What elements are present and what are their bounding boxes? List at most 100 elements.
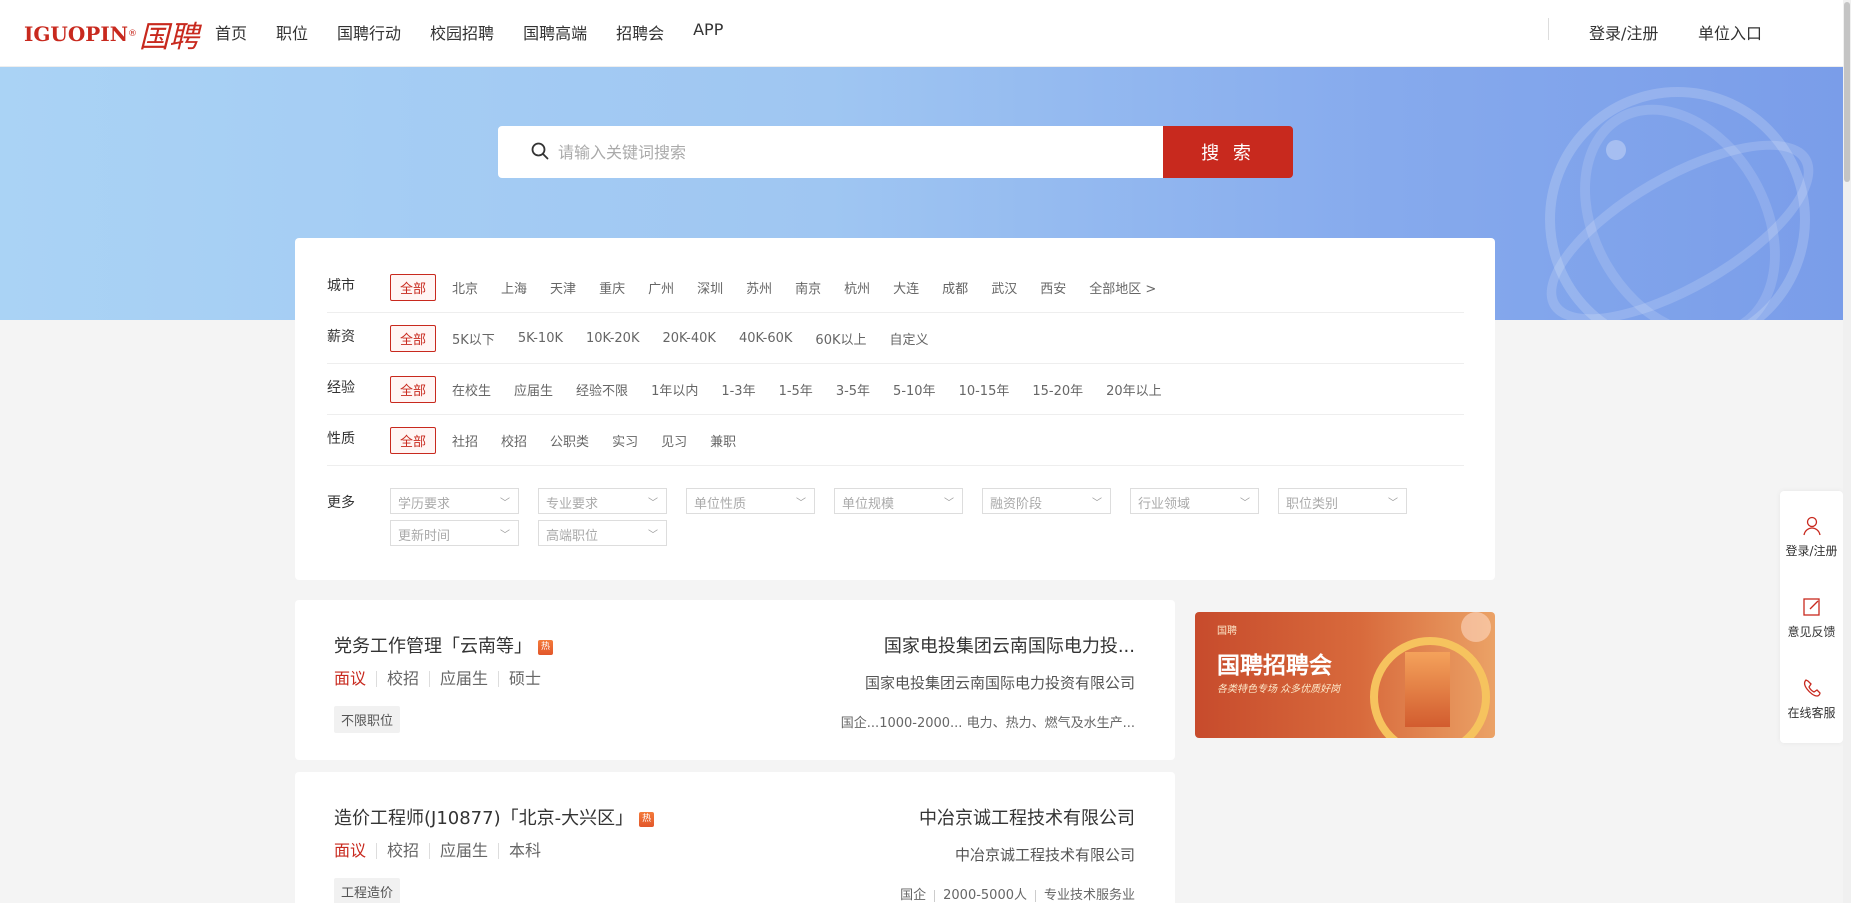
filter-option[interactable]: 北京: [452, 278, 478, 297]
filter-option[interactable]: 见习: [661, 431, 687, 450]
filter-option[interactable]: 兼职: [710, 431, 736, 450]
nav-home[interactable]: 首页: [215, 20, 247, 44]
logo-registered-mark: ®: [127, 29, 137, 39]
filter-label: 经验: [327, 380, 355, 396]
nav-app[interactable]: APP: [693, 20, 723, 44]
filter-option[interactable]: 经验不限: [576, 380, 628, 399]
filter-option[interactable]: 南京: [795, 278, 821, 297]
job-title[interactable]: 造价工程师(J10877)「北京-大兴区」热: [334, 804, 655, 830]
filter-options: 全部 在校生 应届生 经验不限 1年以内 1-3年 1-5年 3-5年 5-10…: [390, 364, 1185, 414]
filter-option-all[interactable]: 全部: [390, 273, 437, 301]
ad-decoration: [1461, 612, 1491, 642]
edit-icon: [1802, 598, 1820, 616]
filter-option[interactable]: 天津: [550, 278, 576, 297]
filter-option[interactable]: 40K-60K: [739, 331, 792, 346]
chevron-down-icon: ﹀: [1240, 498, 1250, 509]
filter-option[interactable]: 1年以内: [651, 380, 698, 399]
unit-entry-link[interactable]: 单位入口: [1698, 20, 1762, 44]
nav-fair[interactable]: 招聘会: [616, 20, 664, 44]
filter-option-all-regions[interactable]: 全部地区 >: [1089, 278, 1156, 297]
company-name-link[interactable]: 中冶京诚工程技术有限公司: [919, 804, 1135, 830]
ad-subtitle: 各类特色专场 众多优质好岗: [1217, 684, 1341, 695]
filter-option[interactable]: 20K-40K: [662, 331, 715, 346]
chevron-down-icon: ﹀: [1388, 498, 1398, 509]
filter-option[interactable]: 5K-10K: [518, 331, 563, 346]
filter-option[interactable]: 苏州: [746, 278, 772, 297]
filter-option[interactable]: 广州: [648, 278, 674, 297]
search-button[interactable]: 搜 索: [1163, 126, 1293, 178]
select-education[interactable]: 学历要求 ﹀: [390, 488, 519, 514]
filter-option[interactable]: 杭州: [844, 278, 870, 297]
select-update-time[interactable]: 更新时间 ﹀: [390, 520, 519, 546]
filter-option[interactable]: 60K以上: [815, 329, 866, 348]
filter-option[interactable]: 社招: [452, 431, 478, 450]
filter-option[interactable]: 1-5年: [779, 380, 813, 399]
hot-icon: 热: [538, 639, 553, 655]
filter-option[interactable]: 15-20年: [1032, 380, 1083, 399]
side-login[interactable]: 登录/注册: [1780, 515, 1843, 559]
filter-option[interactable]: 10K-20K: [586, 331, 639, 346]
filter-option[interactable]: 应届生: [514, 380, 553, 399]
company-info: 国企 2000-5000人 专业技术服务业: [900, 888, 1135, 903]
select-unit-scale[interactable]: 单位规模 ﹀: [834, 488, 963, 514]
filter-label: 性质: [327, 431, 355, 447]
filter-option[interactable]: 1-3年: [721, 380, 755, 399]
filter-option[interactable]: 校招: [501, 431, 527, 450]
nav-jobs[interactable]: 职位: [276, 20, 308, 44]
filter-label: 城市: [327, 278, 355, 294]
filter-option[interactable]: 5-10年: [893, 380, 936, 399]
select-industry[interactable]: 行业领域 ﹀: [1130, 488, 1259, 514]
filter-option-all[interactable]: 全部: [390, 324, 437, 352]
filter-option[interactable]: 重庆: [599, 278, 625, 297]
select-job-category[interactable]: 职位类别 ﹀: [1278, 488, 1407, 514]
filter-option[interactable]: 20年以上: [1106, 380, 1162, 399]
side-feedback[interactable]: 意见反馈: [1780, 596, 1843, 640]
filter-option[interactable]: 深圳: [697, 278, 723, 297]
filter-option[interactable]: 武汉: [991, 278, 1017, 297]
filter-option[interactable]: 成都: [942, 278, 968, 297]
job-category-badge: 工程造价: [334, 878, 401, 903]
main-nav: 首页 职位 国聘行动 校园招聘 国聘高端 招聘会 APP: [215, 20, 752, 44]
job-card[interactable]: 造价工程师(J10877)「北京-大兴区」热 面议 校招 应届生 本科 工程造价…: [295, 772, 1175, 903]
company-full-name: 国家电投集团云南国际电力投资有限公司: [864, 674, 1135, 692]
login-register-link[interactable]: 登录/注册: [1589, 20, 1658, 44]
job-fair-ad-banner[interactable]: 国聘 国聘招聘会 各类特色专场 众多优质好岗: [1195, 612, 1495, 738]
select-funding-stage[interactable]: 融资阶段 ﹀: [982, 488, 1111, 514]
filter-option[interactable]: 实习: [612, 431, 638, 450]
filter-option-all[interactable]: 全部: [390, 375, 437, 403]
filter-option[interactable]: 上海: [501, 278, 527, 297]
building-illustration: [1405, 652, 1450, 727]
nav-campus[interactable]: 校园招聘: [430, 20, 494, 44]
company-info: 国企...1000-2000... 电力、热力、燃气及水生产...: [840, 716, 1135, 731]
select-unit-nature[interactable]: 单位性质 ﹀: [686, 488, 815, 514]
side-online-service[interactable]: 在线客服: [1780, 677, 1843, 721]
chevron-down-icon: ﹀: [1092, 498, 1102, 509]
filter-option[interactable]: 5K以下: [452, 329, 495, 348]
top-header: IGUOPIN ® 国聘 首页 职位 国聘行动 校园招聘 国聘高端 招聘会 APP …: [0, 0, 1851, 67]
search-input[interactable]: [558, 126, 1148, 178]
filter-option-all[interactable]: 全部: [390, 426, 437, 454]
nav-action[interactable]: 国聘行动: [337, 20, 401, 44]
filter-option[interactable]: 10-15年: [959, 380, 1010, 399]
hot-icon: 热: [639, 811, 655, 827]
globe-dot: [1606, 140, 1626, 160]
scrollbar-thumb[interactable]: [1844, 2, 1850, 182]
filter-options: 全部 北京 上海 天津 重庆 广州 深圳 苏州 南京 杭州 大连 成都 武汉 西…: [390, 262, 1179, 312]
nav-highend[interactable]: 国聘高端: [523, 20, 587, 44]
filter-option[interactable]: 3-5年: [836, 380, 870, 399]
company-name-link[interactable]: 国家电投集团云南国际电力投...: [884, 632, 1135, 658]
job-card[interactable]: 党务工作管理「云南等」热 面议 校招 应届生 硕士 不限职位 国家电投集团云南国…: [295, 600, 1175, 760]
select-highend[interactable]: 高端职位 ﹀: [538, 520, 667, 546]
job-title[interactable]: 党务工作管理「云南等」热: [334, 632, 553, 658]
filter-label: 薪资: [327, 329, 355, 345]
filter-option[interactable]: 西安: [1040, 278, 1066, 297]
job-tags: 面议 校招 应届生 本科: [334, 843, 551, 859]
filter-option[interactable]: 在校生: [452, 380, 491, 399]
job-tag: 应届生: [429, 671, 498, 687]
filter-option[interactable]: 自定义: [890, 329, 929, 348]
select-major[interactable]: 专业要求 ﹀: [538, 488, 667, 514]
filter-option[interactable]: 大连: [893, 278, 919, 297]
site-logo[interactable]: IGUOPIN ® 国聘: [24, 12, 199, 56]
page-scrollbar[interactable]: [1843, 0, 1851, 903]
filter-option[interactable]: 公职类: [550, 431, 589, 450]
